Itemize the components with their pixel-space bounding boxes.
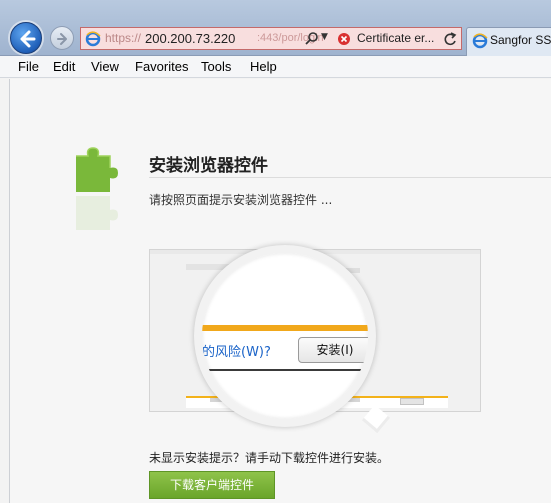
risk-question-link: 的风险(W)? <box>202 345 271 360</box>
ie-icon <box>472 33 488 49</box>
back-arrow-icon <box>20 30 36 48</box>
menu-tools[interactable]: Tools <box>201 59 231 74</box>
browser-toolbar: https:// 200.200.73.220 :443/por/login ▼… <box>0 0 551 56</box>
menu-edit[interactable]: Edit <box>53 59 75 74</box>
refresh-icon[interactable] <box>443 31 457 47</box>
certificate-error-label[interactable]: Certificate er... <box>357 31 434 45</box>
notification-bar-accent <box>202 325 368 331</box>
forward-arrow-icon <box>57 33 67 45</box>
illustration-notification-button <box>400 398 424 405</box>
menu-help[interactable]: Help <box>250 59 277 74</box>
puzzle-plugin-icon <box>76 147 118 230</box>
menu-favorites[interactable]: Favorites <box>135 59 188 74</box>
url-host: 200.200.73.220 <box>145 31 236 46</box>
menu-file[interactable]: File <box>18 59 39 74</box>
title-divider <box>149 177 551 178</box>
search-icon[interactable] <box>305 31 319 45</box>
page-content: 安装浏览器控件 请按照页面提示安装浏览器控件 ... 的风险(W)? 安装(I)… <box>9 79 551 503</box>
certificate-error-icon[interactable] <box>337 32 351 46</box>
address-bar[interactable]: https:// 200.200.73.220 :443/por/login ▼… <box>80 27 462 50</box>
ie-icon <box>85 31 101 47</box>
install-hint: 请按照页面提示安装浏览器控件 ... <box>149 193 333 207</box>
url-scheme: https:// <box>105 31 142 45</box>
browser-tab[interactable]: Sangfor SS <box>466 27 551 56</box>
magnifier-lens: 的风险(W)? 安装(I) <box>194 245 376 427</box>
menu-bar: File Edit View Favorites Tools Help <box>0 56 551 78</box>
download-client-button[interactable]: 下载客户端控件 <box>149 471 275 499</box>
forward-button[interactable] <box>50 26 74 50</box>
back-button[interactable] <box>10 22 42 54</box>
tab-title: Sangfor SS <box>490 33 551 47</box>
install-control-button: 安装(I) <box>298 337 368 363</box>
menu-view[interactable]: View <box>91 59 119 74</box>
chevron-down-icon[interactable]: ▼ <box>321 32 328 42</box>
notification-bar-border <box>202 369 368 371</box>
manual-install-notice: 未显示安装提示？请手动下载控件进行安装。 <box>149 451 390 465</box>
page-title: 安装浏览器控件 <box>149 156 268 176</box>
